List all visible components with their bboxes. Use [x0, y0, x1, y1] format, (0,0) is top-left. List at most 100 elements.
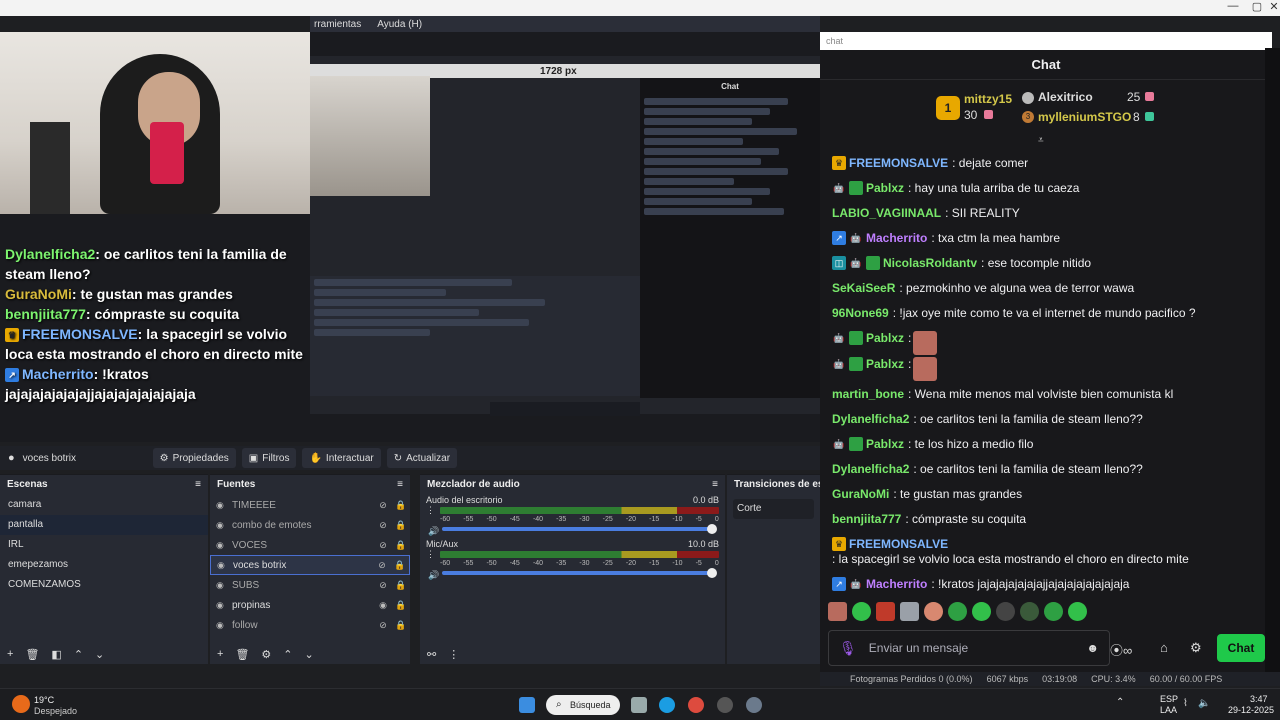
- chat-user[interactable]: Dylanelficha2: [832, 462, 909, 477]
- source-item[interactable]: ◉ combo de emotes ⊘ 🔒: [210, 515, 410, 535]
- chat-user[interactable]: Dylanelficha2: [832, 412, 909, 427]
- chat-user[interactable]: Pablxz: [866, 181, 904, 196]
- lang-layout[interactable]: LAA: [1160, 705, 1177, 715]
- menu-tools[interactable]: rramientas: [314, 19, 361, 30]
- emote-icon[interactable]: [1044, 602, 1063, 621]
- chevron-up-icon[interactable]: ⌃: [74, 648, 83, 661]
- add-icon[interactable]: +: [217, 648, 223, 660]
- emoji-icon[interactable]: ☻: [1086, 641, 1099, 655]
- dock-menu-icon[interactable]: ≡: [712, 479, 718, 491]
- volume-icon[interactable]: 🔈: [1198, 698, 1210, 709]
- interact-button[interactable]: ✋ Interactuar: [302, 448, 381, 468]
- eye-off-icon[interactable]: ⊘: [374, 500, 392, 511]
- store-icon[interactable]: ⌂: [1160, 640, 1168, 655]
- eye-off-icon[interactable]: ⊘: [374, 580, 392, 591]
- scene-item[interactable]: pantalla: [0, 515, 208, 535]
- chat-send-button[interactable]: Chat: [1217, 634, 1265, 662]
- gear-icon[interactable]: ⚙: [261, 648, 271, 661]
- source-item[interactable]: ◉ SUBS ⊘ 🔒: [210, 575, 410, 595]
- edge-icon[interactable]: [659, 697, 675, 713]
- slider-knob[interactable]: [707, 524, 717, 534]
- settings-icon[interactable]: ⚙: [1190, 640, 1202, 656]
- tray-chevron-icon[interactable]: ⌃: [1116, 697, 1124, 708]
- volume-slider[interactable]: [442, 568, 717, 578]
- filters-button[interactable]: ▣ Filtros: [241, 448, 297, 468]
- chevron-down-icon[interactable]: ⌄: [305, 648, 314, 661]
- dock-menu-icon[interactable]: ≡: [195, 479, 201, 491]
- microphone-icon[interactable]: 🎙: [839, 640, 857, 657]
- lock-icon[interactable]: 🔒: [392, 620, 410, 631]
- chat-user[interactable]: Macherrito: [866, 577, 927, 592]
- chat-user[interactable]: Pablxz: [866, 437, 904, 452]
- emote-icon[interactable]: [900, 602, 919, 621]
- chat-user[interactable]: 96None69: [832, 306, 889, 321]
- volume-slider[interactable]: [442, 524, 717, 534]
- filter-icon[interactable]: ◧: [51, 648, 61, 661]
- chat-user[interactable]: SeKaiSeeR: [832, 281, 895, 296]
- chat-user[interactable]: Macherrito: [866, 231, 927, 246]
- gift-points-icon[interactable]: ⦿∞: [1110, 640, 1132, 659]
- lock-icon[interactable]: 🔒: [392, 520, 410, 531]
- lock-icon[interactable]: 🔒: [391, 560, 409, 571]
- clock-date[interactable]: 29-12-2025: [1228, 705, 1274, 715]
- emote-icon[interactable]: [948, 602, 967, 621]
- chat-url-bar[interactable]: chat: [820, 32, 1272, 50]
- dock-menu-icon[interactable]: ≡: [397, 479, 403, 491]
- chat-user[interactable]: FREEMONSALVE: [849, 156, 948, 171]
- eye-off-icon[interactable]: ⊘: [373, 560, 391, 571]
- chat-user[interactable]: bennjiita777: [832, 512, 901, 527]
- lock-icon[interactable]: 🔒: [392, 540, 410, 551]
- chrome-icon[interactable]: [688, 697, 704, 713]
- settings-app-icon[interactable]: [746, 697, 762, 713]
- source-item[interactable]: ◉ VOCES ⊘ 🔒: [210, 535, 410, 555]
- emote-icon[interactable]: [1020, 602, 1039, 621]
- source-item[interactable]: ◉ follow ⊘ 🔒: [210, 615, 410, 635]
- chevron-up-icon[interactable]: ⌃: [283, 648, 292, 661]
- transition-select[interactable]: Corte: [733, 499, 814, 519]
- scene-item[interactable]: emepezamos: [0, 555, 208, 575]
- task-view-icon[interactable]: [631, 697, 647, 713]
- obs-preview[interactable]: 1728 px Chat Dylanelficha2: oe carlitos …: [0, 32, 820, 442]
- source-item[interactable]: ◉ propinas ◉ 🔒: [210, 595, 410, 615]
- weather-icon[interactable]: [12, 695, 30, 713]
- minimize-button[interactable]: —: [1221, 0, 1245, 14]
- windows-start-icon[interactable]: [519, 697, 535, 713]
- source-item[interactable]: ◉ TIMEEEE ⊘ 🔒: [210, 495, 410, 515]
- chat-user[interactable]: LABIO_VAGIINAAL: [832, 206, 941, 221]
- chat-user[interactable]: NicolasRoldantv: [883, 256, 977, 271]
- lang-code[interactable]: ESP: [1160, 694, 1178, 704]
- link-icon[interactable]: ⚯: [427, 648, 436, 661]
- lock-icon[interactable]: 🔒: [392, 580, 410, 591]
- lock-icon[interactable]: 🔒: [392, 600, 410, 611]
- add-icon[interactable]: +: [7, 648, 13, 660]
- emote-icon[interactable]: [876, 602, 895, 621]
- scene-item[interactable]: COMENZAMOS: [0, 575, 208, 595]
- menu-help[interactable]: Ayuda (H): [377, 19, 422, 30]
- chat-user[interactable]: Pablxz: [866, 357, 904, 372]
- chat-user[interactable]: martin_bone: [832, 387, 904, 402]
- lock-icon[interactable]: 🔒: [392, 500, 410, 511]
- refresh-button[interactable]: ↻ Actualizar: [386, 448, 458, 468]
- kebab-icon[interactable]: ⋮: [448, 648, 459, 661]
- speaker-icon[interactable]: 🔊: [428, 526, 439, 537]
- trash-icon[interactable]: 🗑: [25, 648, 39, 661]
- source-item[interactable]: ◉ voces botrix ⊘ 🔒: [210, 555, 410, 575]
- clock-time[interactable]: 3:47: [1250, 694, 1268, 704]
- emote-icon[interactable]: [996, 602, 1015, 621]
- chat-input[interactable]: 🎙 Enviar un mensaje ☻: [828, 630, 1110, 666]
- obs-icon[interactable]: [717, 697, 733, 713]
- eye-off-icon[interactable]: ⊘: [374, 620, 392, 631]
- scene-item[interactable]: IRL: [0, 535, 208, 555]
- wifi-icon[interactable]: ⌇: [1183, 698, 1188, 709]
- speaker-icon[interactable]: 🔊: [428, 570, 439, 581]
- slider-knob[interactable]: [707, 568, 717, 578]
- close-button[interactable]: ✕: [1262, 0, 1280, 14]
- properties-button[interactable]: ⚙ Propiedades: [152, 448, 236, 468]
- chat-user[interactable]: GuraNoMi: [832, 487, 889, 502]
- eye-icon[interactable]: ◉: [374, 600, 392, 611]
- chat-scrollbar[interactable]: [1265, 48, 1280, 672]
- chat-user[interactable]: Pablxz: [866, 331, 904, 346]
- emote-icon[interactable]: [924, 602, 943, 621]
- collapse-icon[interactable]: ⩡: [1038, 135, 1044, 146]
- trash-icon[interactable]: 🗑: [235, 648, 249, 661]
